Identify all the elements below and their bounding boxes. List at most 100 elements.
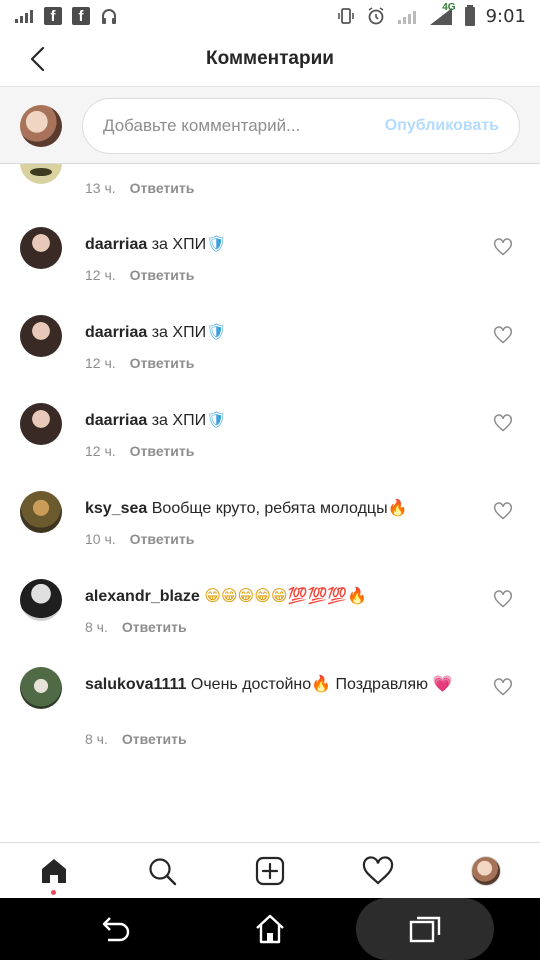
- reply-button[interactable]: Ответить: [130, 180, 195, 196]
- nav-home[interactable]: [38, 855, 70, 887]
- reply-button[interactable]: Ответить: [122, 619, 187, 635]
- comment-item: ksy_sea Вообще круто, ребята молодцы🔥 10…: [0, 491, 540, 571]
- comment-username[interactable]: daarriaa: [85, 324, 147, 341]
- comment-username[interactable]: daarriaa: [85, 236, 147, 253]
- comment-text: daarriaa за ХПИ🛡: [85, 233, 485, 256]
- status-left-icons: f f: [14, 7, 118, 25]
- cell-signal-icon: 4G: [428, 2, 456, 26]
- comment-avatar: [20, 403, 62, 445]
- fire-emoji: 🔥: [311, 674, 332, 693]
- notification-dot: [51, 890, 56, 895]
- like-heart-icon[interactable]: [493, 413, 513, 433]
- nav-add-post[interactable]: [254, 855, 286, 887]
- comment-time: 13 ч.: [85, 180, 116, 196]
- comment-avatar: [20, 579, 62, 621]
- comment-meta: 8 ч. Ответить: [85, 731, 187, 747]
- shield-emoji: 🛡: [206, 322, 227, 341]
- comment-text: ksy_sea Вообще круто, ребята молодцы🔥: [85, 497, 485, 520]
- shield-emoji: 🛡: [206, 410, 227, 429]
- comment-avatar: [20, 227, 62, 269]
- system-navigation-bar: [0, 898, 540, 960]
- header: Комментарии: [0, 32, 540, 86]
- reply-button[interactable]: Ответить: [130, 355, 195, 371]
- signal-bars-icon: [14, 8, 34, 24]
- home-outline-icon: [256, 914, 284, 944]
- comment-meta: 12 ч. Ответить: [85, 267, 194, 283]
- wifi-icon: [396, 7, 418, 25]
- like-heart-icon[interactable]: [493, 677, 513, 697]
- comment-item: daarriaa за ХПИ🛡 12 ч. Ответить: [0, 403, 540, 483]
- comment-avatar: [20, 315, 62, 357]
- fire-emoji: 🔥: [387, 498, 408, 517]
- comment-username[interactable]: ksy_sea: [85, 500, 147, 517]
- comment-body: Вообще круто, ребята молодцы: [151, 500, 388, 517]
- like-heart-icon[interactable]: [493, 325, 513, 345]
- comment-body: за ХПИ: [151, 412, 207, 429]
- comment-body: Очень достойно: [190, 676, 312, 693]
- nav-search[interactable]: [146, 855, 178, 887]
- system-home-button[interactable]: [253, 912, 287, 946]
- comment-item-partial: 13 ч. Ответить: [0, 164, 540, 200]
- comment-meta: 12 ч. Ответить: [85, 443, 194, 459]
- comment-input[interactable]: [103, 116, 385, 136]
- like-heart-icon[interactable]: [493, 589, 513, 609]
- headphones-icon: [100, 7, 118, 25]
- chevron-left-icon: [30, 46, 45, 72]
- comment-text: salukova1111 Очень достойно🔥 Поздравляю …: [85, 673, 485, 696]
- back-arrow-icon: [102, 917, 130, 942]
- comment-meta: 8 ч. Ответить: [85, 619, 187, 635]
- comment-time: 10 ч.: [85, 531, 116, 547]
- comment-text: daarriaa за ХПИ🛡: [85, 321, 485, 344]
- comment-body: за ХПИ: [151, 324, 207, 341]
- facebook-icon: f: [72, 7, 90, 25]
- comment-avatar: [20, 667, 62, 709]
- activity-heart-icon: [362, 856, 394, 885]
- status-right-icons: 4G 9:01: [336, 2, 526, 27]
- shield-emoji: 🛡: [206, 234, 227, 253]
- comment-avatar: [20, 491, 62, 533]
- recent-apps-icon: [409, 916, 441, 943]
- reply-button[interactable]: Ответить: [130, 443, 195, 459]
- nav-profile[interactable]: [470, 855, 502, 887]
- emoji-string: 😁😁😁😁😁💯💯💯🔥: [204, 586, 368, 605]
- bottom-navigation: [0, 842, 540, 898]
- comment-username[interactable]: daarriaa: [85, 412, 147, 429]
- nav-activity[interactable]: [362, 855, 394, 887]
- comment-username[interactable]: alexandr_blaze: [85, 588, 200, 605]
- like-heart-icon[interactable]: [493, 501, 513, 521]
- home-icon: [42, 859, 66, 883]
- pink-heart-emoji: 💗: [432, 674, 453, 693]
- comment-text: alexandr_blaze 😁😁😁😁😁💯💯💯🔥: [85, 585, 485, 608]
- reply-button[interactable]: Ответить: [130, 267, 195, 283]
- system-recent-button[interactable]: [408, 912, 442, 946]
- comment-meta: 12 ч. Ответить: [85, 355, 194, 371]
- comment-meta: 13 ч. Ответить: [85, 180, 194, 196]
- comment-username[interactable]: salukova1111: [85, 676, 186, 693]
- vibrate-icon: [336, 6, 356, 26]
- like-heart-icon[interactable]: [493, 237, 513, 257]
- comment-text: daarriaa за ХПИ🛡: [85, 409, 485, 432]
- comment-list[interactable]: 13 ч. Ответить daarriaa за ХПИ🛡 12 ч. От…: [0, 164, 540, 842]
- publish-button[interactable]: Опубликовать: [385, 117, 499, 135]
- comment-composer: Опубликовать: [0, 86, 540, 164]
- comment-body: за ХПИ: [151, 236, 207, 253]
- current-user-avatar: [20, 105, 62, 147]
- comment-item: alexandr_blaze 😁😁😁😁😁💯💯💯🔥 8 ч. Ответить: [0, 579, 540, 659]
- comment-input-box: Опубликовать: [82, 98, 520, 154]
- comment-time: 12 ч.: [85, 443, 116, 459]
- comment-item: daarriaa за ХПИ🛡 12 ч. Ответить: [0, 315, 540, 395]
- comment-time: 12 ч.: [85, 267, 116, 283]
- alarm-icon: [366, 6, 386, 26]
- reply-button[interactable]: Ответить: [122, 731, 187, 747]
- reply-button[interactable]: Ответить: [130, 531, 195, 547]
- comment-time: 8 ч.: [85, 731, 108, 747]
- comment-meta: 10 ч. Ответить: [85, 531, 194, 547]
- status-time: 9:01: [485, 5, 526, 27]
- battery-icon: [464, 5, 476, 27]
- comment-time: 8 ч.: [85, 619, 108, 635]
- comment-item: daarriaa за ХПИ🛡 12 ч. Ответить: [0, 227, 540, 307]
- back-button[interactable]: [22, 44, 52, 74]
- system-back-button[interactable]: [98, 912, 132, 946]
- comment-time: 12 ч.: [85, 355, 116, 371]
- add-post-icon: [255, 856, 285, 886]
